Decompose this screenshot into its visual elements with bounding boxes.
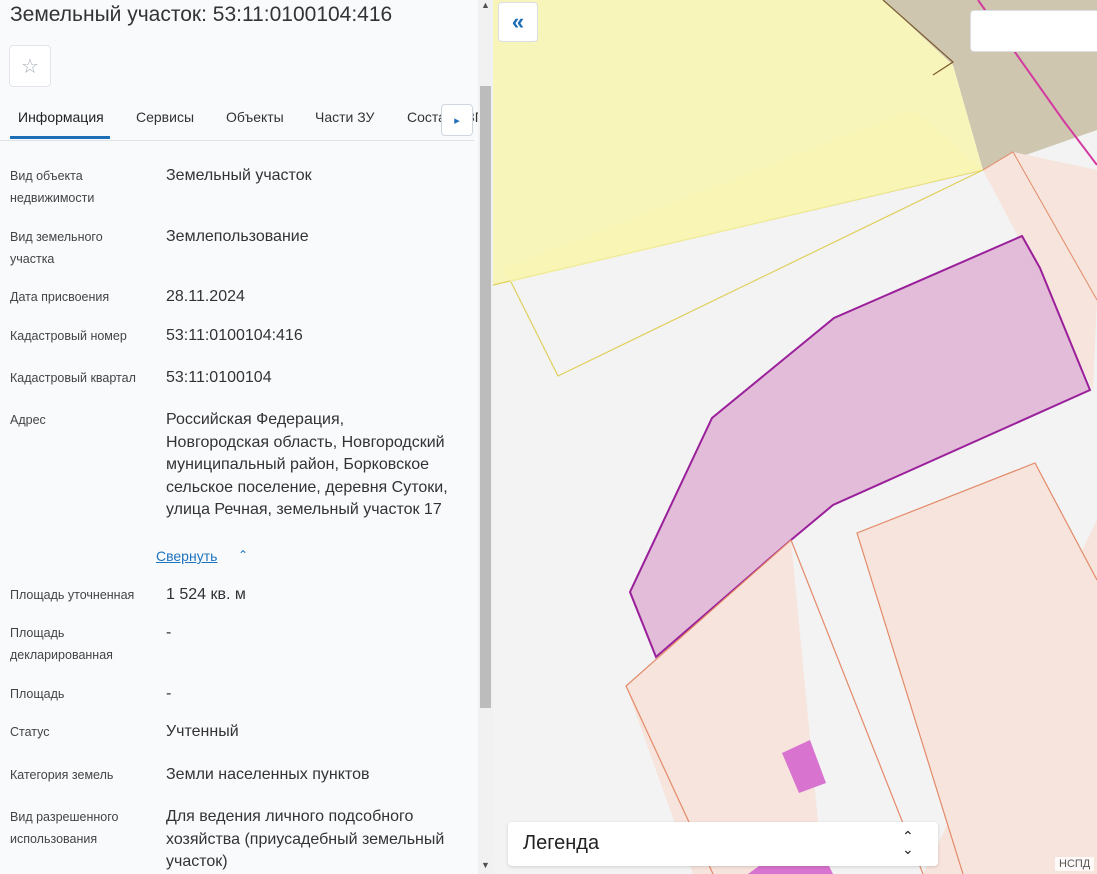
tab-objects[interactable]: Объекты [226, 109, 284, 125]
scroll-down-icon[interactable]: ▼ [481, 860, 490, 870]
legend-toggle-icon[interactable]: ⌃ ⌄ [902, 829, 914, 857]
info-value: Земельный участок [166, 167, 312, 184]
legend-bar[interactable]: Легенда ⌃ ⌄ [508, 822, 938, 866]
panel-scrollbar[interactable]: ▲ ▼ [478, 0, 493, 874]
info-label: Вид объекта недвижимости [10, 169, 95, 205]
star-icon: ☆ [21, 55, 39, 78]
tabs-scroll-right-button[interactable]: ▸ [441, 104, 473, 136]
map-canvas[interactable] [493, 0, 1097, 874]
map-view[interactable] [493, 0, 1097, 874]
collapse-panel-button[interactable]: « [498, 2, 538, 42]
map-attribution: НСПД [1055, 857, 1095, 871]
info-label: Статус [10, 725, 50, 739]
info-value: Для ведения личного подсобного хозяйства… [166, 808, 445, 870]
page-title: Земельный участок: 53:11:0100104:416 [10, 3, 393, 26]
scroll-up-icon[interactable]: ▲ [481, 0, 490, 10]
info-label: Кадастровый номер [10, 329, 127, 343]
collapse-address-link[interactable]: Свернуть [156, 548, 217, 564]
chevron-down-icon: ⌄ [902, 841, 914, 857]
favorite-button[interactable]: ☆ [9, 45, 51, 87]
info-value: 53:11:0100104 [166, 369, 272, 386]
info-value: - [166, 685, 172, 702]
info-label: Дата присвоения [10, 290, 110, 304]
info-label: Кадастровый квартал [10, 371, 136, 385]
info-label: Адрес [10, 413, 46, 427]
info-label: Категория земель [10, 768, 114, 782]
info-value: 28.11.2024 [166, 288, 245, 305]
info-label: Площадь уточненная [10, 588, 135, 602]
info-value: - [166, 624, 172, 641]
tab-parts[interactable]: Части ЗУ [315, 109, 374, 125]
info-label: Площадь [10, 687, 65, 701]
info-value: Учтенный [166, 723, 239, 740]
info-value: Земли населенных пунктов [166, 766, 370, 783]
chevron-right-icon: ▸ [454, 114, 460, 127]
active-tab-indicator [10, 136, 110, 139]
info-label: Вид разрешенного использования [10, 810, 119, 846]
info-label: Площадь декларированная [10, 626, 113, 662]
tab-services[interactable]: Сервисы [136, 109, 194, 125]
double-chevron-left-icon: « [511, 9, 525, 34]
info-value: 53:11:0100104:416 [166, 327, 303, 344]
map-search-field[interactable] [970, 10, 1097, 52]
info-value: 1 524 кв. м [166, 586, 246, 603]
address-value: Российская Федерация, Новгородская облас… [166, 411, 448, 518]
info-value: Землепользование [166, 228, 309, 245]
info-panel: Земельный участок: 53:11:0100104:416 ☆ И… [0, 0, 478, 874]
chevron-up-icon[interactable]: ⌃ [238, 548, 248, 562]
building-footprint-partial[interactable] [748, 866, 833, 874]
tab-information[interactable]: Информация [18, 109, 104, 125]
legend-label: Легенда [523, 832, 600, 854]
info-label: Вид земельного участка [10, 230, 103, 266]
scrollbar-thumb[interactable] [480, 86, 491, 708]
